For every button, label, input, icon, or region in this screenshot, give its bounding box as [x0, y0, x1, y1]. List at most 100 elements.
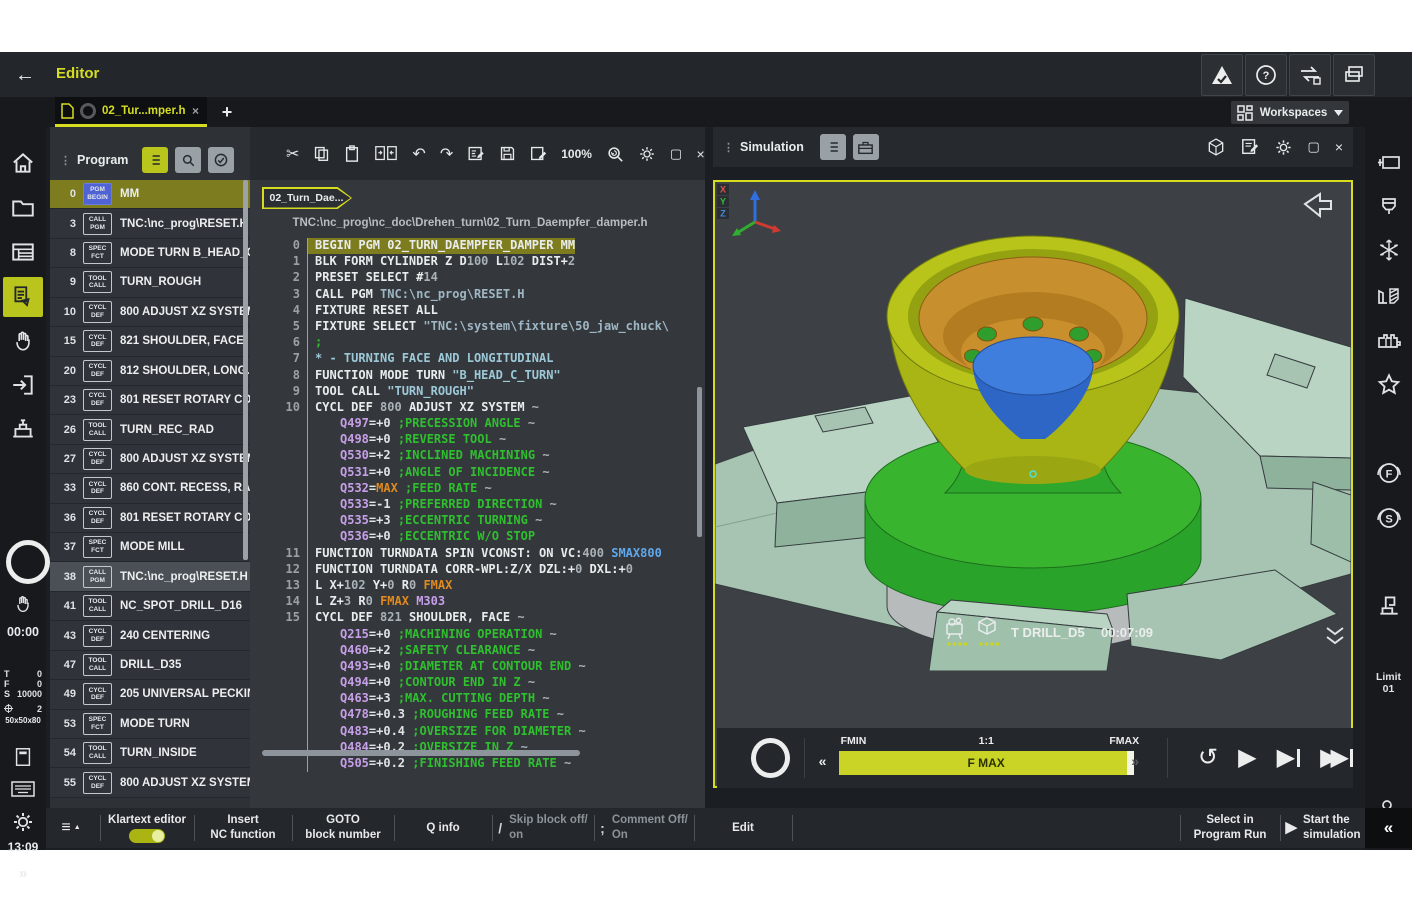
- code-line[interactable]: Q463=+3 ;MAX. CUTTING DEPTH ~: [250, 691, 705, 707]
- start-simulation-button[interactable]: ▶ Start thesimulation: [1282, 808, 1364, 848]
- code-line[interactable]: 1BLK FORM CYLINDER Z D100 L102 DIST+2: [250, 254, 705, 270]
- code-area[interactable]: 0BEGIN PGM 02_TURN_DAEMPFER_DAMPER MM1BL…: [250, 238, 705, 798]
- collapse-rail-button[interactable]: «: [1365, 808, 1412, 848]
- sim-close-icon[interactable]: ×: [1335, 139, 1343, 155]
- code-line[interactable]: Q215=+0 ;MACHINING OPERATION ~: [250, 627, 705, 643]
- program-row[interactable]: 8SPECFCTMODE TURN B_HEAD_C_T: [50, 239, 250, 268]
- code-vertical-scrollbar[interactable]: [697, 387, 702, 537]
- sim-maximize-icon[interactable]: ▢: [1308, 139, 1320, 155]
- diagnostics-button[interactable]: [1201, 54, 1243, 96]
- code-line[interactable]: 4FIXTURE RESET ALL: [250, 303, 705, 319]
- status-overview-icon[interactable]: [3, 232, 43, 272]
- program-row[interactable]: 36CYCLDEF801 RESET ROTARY COOR: [50, 504, 250, 533]
- editor-icon-active[interactable]: [3, 277, 43, 317]
- sim-program-icon[interactable]: [1241, 138, 1259, 156]
- toggle-on-icon[interactable]: [129, 829, 165, 843]
- program-run-icon[interactable]: [3, 365, 43, 405]
- code-line[interactable]: 8FUNCTION MODE TURN "B_HEAD_C_TURN": [250, 368, 705, 384]
- code-line[interactable]: Q531=+0 ;ANGLE OF INCIDENCE ~: [250, 465, 705, 481]
- code-line[interactable]: Q478=+0.3 ;ROUGHING FEED RATE ~: [250, 707, 705, 723]
- tool-icon[interactable]: [1368, 187, 1409, 227]
- code-line[interactable]: Q483=+0.4 ;OVERSIZE FOR DIAMETER ~: [250, 724, 705, 740]
- sim-view-list-button[interactable]: [820, 134, 846, 160]
- breadcrumb-tag[interactable]: 02_Turn_Dae...: [262, 187, 352, 209]
- program-row[interactable]: 10CYCLDEF800 ADJUST XZ SYSTEM: [50, 298, 250, 327]
- program-row[interactable]: 3CALLPGMTNC:\nc_prog\RESET.H: [50, 209, 250, 238]
- maximize-panel-icon[interactable]: ▢: [670, 144, 682, 164]
- screen-switch-button[interactable]: [1289, 54, 1331, 96]
- program-row[interactable]: 26TOOLCALLTURN_REC_RAD: [50, 415, 250, 444]
- play-simulation-icon[interactable]: ▶: [1238, 746, 1256, 770]
- program-row[interactable]: 9TOOLCALLTURN_ROUGH: [50, 268, 250, 297]
- search-button[interactable]: [175, 147, 201, 173]
- q-info-button[interactable]: Q info: [396, 808, 490, 848]
- operation-indicator-icon[interactable]: [6, 540, 50, 584]
- insert-nc-function-button[interactable]: InsertNC function: [196, 808, 290, 848]
- program-row[interactable]: 15CYCLDEF821 SHOULDER, FACE: [50, 327, 250, 356]
- code-line[interactable]: Q493=+0 ;DIAMETER AT CONTOUR END ~: [250, 659, 705, 675]
- program-row[interactable]: 55CYCLDEF800 ADJUST XZ SYSTEM: [50, 768, 250, 797]
- sim-toolbox-button[interactable]: [853, 134, 879, 160]
- zoom-level[interactable]: 100%: [561, 147, 592, 161]
- panel-drag-handle[interactable]: ⋮: [60, 154, 71, 167]
- form-edit-icon[interactable]: [467, 144, 485, 164]
- code-line[interactable]: Q535=+3 ;ECCENTRIC TURNING ~: [250, 513, 705, 529]
- zoom-reset-icon[interactable]: [606, 144, 624, 164]
- program-scrollbar[interactable]: [243, 180, 248, 560]
- skip-block-button[interactable]: / Skip block off/on: [494, 808, 592, 848]
- menu-button[interactable]: ≡▲: [46, 808, 96, 848]
- add-tab-button[interactable]: +: [216, 101, 238, 123]
- code-line[interactable]: 15CYCL DEF 821 SHOULDER, FACE ~: [250, 610, 705, 626]
- comment-button[interactable]: ; Comment Off/On: [596, 808, 692, 848]
- fast-forward-icon[interactable]: ▶▶: [1320, 746, 1353, 770]
- code-line[interactable]: Q533=-1 ;PREFERRED DIRECTION ~: [250, 497, 705, 513]
- feed-override-dial[interactable]: F: [1368, 453, 1409, 493]
- spindle-override-dial[interactable]: S: [1368, 498, 1409, 538]
- machine-status-icon[interactable]: [1368, 585, 1409, 625]
- code-line[interactable]: 5FIXTURE SELECT "TNC:\system\fixture\50_…: [250, 319, 705, 335]
- program-row[interactable]: 54TOOLCALLTURN_INSIDE: [50, 739, 250, 768]
- copy-icon[interactable]: [313, 144, 330, 164]
- save-icon[interactable]: [499, 144, 516, 164]
- expand-rail-button[interactable]: »: [0, 865, 46, 882]
- single-step-icon[interactable]: ▶: [1277, 746, 1300, 770]
- code-line[interactable]: 2PRESET SELECT #14: [250, 270, 705, 286]
- code-line[interactable]: 6;: [250, 335, 705, 351]
- help-button[interactable]: ?: [1245, 54, 1287, 96]
- back-button[interactable]: ←: [10, 60, 40, 90]
- code-line[interactable]: 14L Z+3 R0 FMAX M303: [250, 594, 705, 610]
- edit-button[interactable]: Edit: [696, 808, 790, 848]
- tool-usage-icon[interactable]: [1368, 275, 1409, 315]
- hand-status-icon[interactable]: [3, 584, 43, 624]
- code-line[interactable]: Q536=+0 ;ECCENTRIC W/O STOP: [250, 529, 705, 545]
- program-row[interactable]: 49CYCLDEF205 UNIVERSAL PECKING: [50, 680, 250, 709]
- code-line[interactable]: 10CYCL DEF 800 ADJUST XZ SYSTEM ~: [250, 400, 705, 416]
- program-row[interactable]: 38CALLPGMTNC:\nc_prog\RESET.H: [50, 562, 250, 591]
- code-horizontal-scrollbar[interactable]: [262, 750, 580, 756]
- undo-icon[interactable]: ↶: [412, 144, 425, 164]
- redo-icon[interactable]: ↷: [440, 144, 453, 164]
- code-line[interactable]: 13L X+102 Y+0 R0 FMAX: [250, 578, 705, 594]
- slider-decrease-icon[interactable]: «: [819, 753, 827, 769]
- code-line[interactable]: Q460=+2 ;SAFETY CLEARANCE ~: [250, 643, 705, 659]
- program-row[interactable]: 33CYCLDEF860 CONT. RECESS, RADIA: [50, 474, 250, 503]
- program-row[interactable]: 43CYCLDEF240 CENTERING: [50, 621, 250, 650]
- fixture-icon[interactable]: [1368, 320, 1409, 360]
- code-line[interactable]: Q497=+0 ;PRECESSION ANGLE ~: [250, 416, 705, 432]
- 3d-view-cube-icon[interactable]: [1206, 137, 1226, 157]
- structure-view-button[interactable]: [142, 147, 168, 173]
- code-line[interactable]: 7* - TURNING FACE AND LONGITUDINAL: [250, 351, 705, 367]
- code-line[interactable]: 3CALL PGM TNC:\nc_prog\RESET.H: [250, 287, 705, 303]
- manual-hand-icon[interactable]: [3, 321, 43, 361]
- compare-documents-icon[interactable]: [374, 144, 398, 164]
- code-line[interactable]: 0BEGIN PGM 02_TURN_DAEMPFER_DAMPER MM: [250, 238, 705, 254]
- settings-gear-icon[interactable]: [3, 802, 43, 842]
- slider-increase-icon[interactable]: »: [1131, 753, 1139, 769]
- workspaces-button[interactable]: Workspaces: [1231, 101, 1349, 124]
- code-line[interactable]: Q532=MAX ;FEED RATE ~: [250, 481, 705, 497]
- workpiece-blank-icon[interactable]: [1368, 143, 1409, 183]
- program-row[interactable]: 47TOOLCALLDRILL_D35: [50, 651, 250, 680]
- goto-block-number-button[interactable]: GOTOblock number: [294, 808, 392, 848]
- coolant-snowflake-icon[interactable]: [1368, 230, 1409, 270]
- select-in-program-run-button[interactable]: Select inProgram Run: [1182, 808, 1278, 848]
